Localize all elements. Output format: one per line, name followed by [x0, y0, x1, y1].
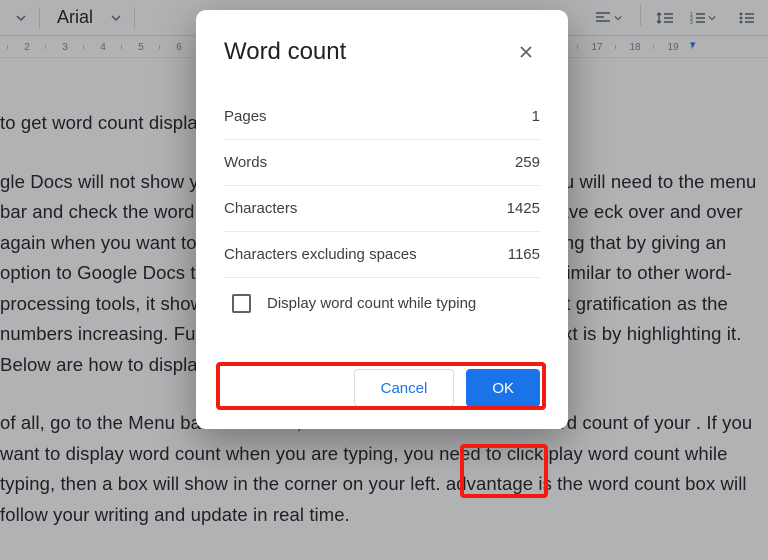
stat-value: 259 [515, 154, 540, 171]
close-button[interactable] [512, 38, 540, 66]
stats-list: Pages 1 Words 259 Characters 1425 Charac… [224, 94, 540, 278]
word-count-dialog: Word count Pages 1 Words 259 Characters … [196, 10, 568, 429]
stat-label: Characters [224, 200, 297, 217]
stat-value: 1165 [508, 246, 540, 263]
stat-value: 1425 [507, 200, 540, 217]
close-icon [518, 44, 534, 60]
checkbox[interactable] [232, 294, 251, 313]
stat-label: Characters excluding spaces [224, 246, 417, 263]
cancel-button[interactable]: Cancel [354, 369, 455, 407]
stat-row-pages: Pages 1 [224, 94, 540, 140]
stat-label: Words [224, 154, 267, 171]
display-while-typing-option[interactable]: Display word count while typing [224, 280, 540, 327]
ok-button[interactable]: OK [466, 369, 540, 407]
checkbox-label: Display word count while typing [267, 295, 476, 312]
stat-row-characters-no-spaces: Characters excluding spaces 1165 [224, 232, 540, 278]
stat-label: Pages [224, 108, 267, 125]
dialog-title: Word count [224, 38, 346, 66]
stat-row-characters: Characters 1425 [224, 186, 540, 232]
stat-row-words: Words 259 [224, 140, 540, 186]
stat-value: 1 [532, 108, 540, 125]
dialog-actions: Cancel OK [224, 369, 540, 407]
